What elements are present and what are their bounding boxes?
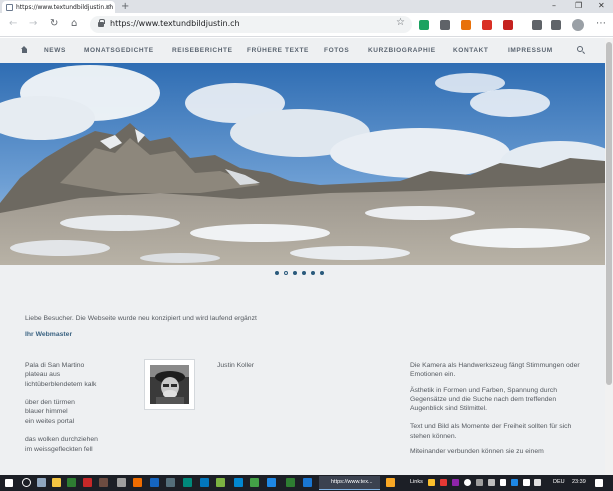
app-icon[interactable] (267, 478, 276, 487)
greeting-text: Liebe Besucher. Die Webseite wurde neu k… (25, 315, 257, 322)
slider-dot[interactable] (275, 271, 279, 275)
slider-dot[interactable] (311, 271, 315, 275)
new-tab-button[interactable]: + (121, 0, 129, 13)
collections-icon[interactable] (551, 20, 561, 30)
tray-icon[interactable] (464, 479, 471, 486)
intro-paragraph: Miteinander verbunden können sie zu eine… (410, 448, 544, 456)
app-icon[interactable] (286, 478, 295, 487)
nav-news[interactable]: NEWS (44, 47, 66, 54)
nav-reiseberichte[interactable]: REISEBERICHTE (172, 47, 233, 54)
lock-icon (98, 19, 105, 27)
battery-icon[interactable] (534, 479, 541, 486)
taskbar-app-title: https://www.tex... (331, 479, 373, 485)
nav-fruehere-texte[interactable]: FRÜHERE TEXTE (247, 47, 309, 54)
app-icon[interactable] (150, 478, 159, 487)
site-navigation: NEWS MONATSGEDICHTE REISEBERICHTE FRÜHER… (0, 38, 605, 63)
extension-icon[interactable] (503, 20, 513, 30)
reload-icon[interactable]: ↻ (50, 17, 58, 31)
app-icon[interactable] (250, 478, 259, 487)
forward-arrow-icon[interactable]: → (29, 17, 37, 31)
search-icon[interactable] (22, 478, 31, 487)
tray-icon[interactable] (488, 479, 495, 486)
hero-panorama-image (0, 63, 605, 265)
app-icon[interactable] (133, 478, 142, 487)
notifications-icon[interactable] (595, 479, 603, 487)
bluetooth-icon[interactable] (511, 479, 518, 486)
tray-icon[interactable] (428, 479, 435, 486)
nav-fotos[interactable]: FOTOS (324, 47, 349, 54)
author-portrait-frame (144, 359, 195, 410)
profile-avatar[interactable] (572, 19, 584, 31)
tray-icon[interactable] (440, 479, 447, 486)
links-toolbar-label[interactable]: Links (410, 479, 423, 485)
intro-paragraph: Die Kamera als Handwerkszeug fängt Stimm… (410, 362, 580, 379)
tab-title: https://www.textundbildjustin.ch (16, 3, 114, 11)
app-icon[interactable] (99, 478, 108, 487)
minimize-icon[interactable]: – (552, 0, 556, 12)
task-view-icon[interactable] (37, 478, 46, 487)
page-favicon-icon (6, 3, 13, 11)
intro-paragraph: Text und Bild als Momente der Freiheit s… (410, 423, 572, 440)
home-icon[interactable] (21, 46, 28, 53)
address-bar[interactable]: https://www.textundbildjustin.ch ☆ (90, 16, 412, 33)
tray-icon[interactable] (452, 479, 459, 486)
slider-dot[interactable] (293, 271, 297, 275)
app-icon[interactable] (67, 478, 76, 487)
app-icon[interactable] (183, 478, 192, 487)
app-icon[interactable] (200, 478, 209, 487)
tray-icon[interactable] (476, 479, 483, 486)
poem-text: Pala di San Martino plateau aus lichtübe… (25, 362, 98, 453)
extension-icon[interactable] (461, 20, 471, 30)
favorites-icon[interactable] (532, 20, 542, 30)
slider-dot-active[interactable] (284, 271, 288, 275)
tab-strip: https://www.textundbildjustin.ch × + – ❐… (0, 0, 613, 13)
taskbar: https://www.tex... Links DEU 23:39 (0, 475, 613, 491)
extension-icon[interactable] (482, 20, 492, 30)
search-icon[interactable] (577, 46, 583, 52)
scrollbar-thumb[interactable] (606, 42, 612, 385)
page-scrollbar[interactable] (605, 38, 613, 475)
close-tab-icon[interactable]: × (105, 3, 111, 11)
app-icon[interactable] (216, 478, 225, 487)
app-icon[interactable] (234, 478, 243, 487)
url-text: https://www.textundbildjustin.ch (110, 19, 240, 28)
back-arrow-icon[interactable]: ← (9, 17, 17, 31)
close-window-icon[interactable]: ✕ (598, 0, 605, 12)
extension-icon[interactable] (440, 20, 450, 30)
nav-kontakt[interactable]: KONTAKT (453, 47, 489, 54)
file-explorer-icon[interactable] (52, 478, 61, 487)
nav-monatsgedichte[interactable]: MONATSGEDICHTE (84, 47, 154, 54)
volume-icon[interactable] (523, 479, 530, 486)
app-icon[interactable] (166, 478, 175, 487)
language-indicator[interactable]: DEU (553, 479, 565, 485)
taskbar-active-browser[interactable]: https://www.tex... (319, 476, 380, 490)
app-icon[interactable] (386, 478, 395, 487)
photography-intro: Die Kamera als Handwerkszeug fängt Stimm… (410, 361, 588, 462)
app-icon[interactable] (117, 478, 126, 487)
home-icon[interactable]: ⌂ (71, 17, 77, 31)
app-icon[interactable] (83, 478, 92, 487)
slider-dot[interactable] (302, 271, 306, 275)
browser-tab[interactable]: https://www.textundbildjustin.ch × (2, 1, 115, 13)
slider-indicator (275, 271, 324, 275)
maximize-icon[interactable]: ❐ (575, 0, 582, 12)
clock[interactable]: 23:39 (572, 479, 586, 485)
nav-impressum[interactable]: IMPRESSUM (508, 47, 553, 54)
network-icon[interactable] (500, 479, 506, 486)
webmaster-signature: Ihr Webmaster (25, 331, 73, 338)
author-name: Justin Koller (217, 362, 255, 369)
start-icon[interactable] (5, 479, 13, 487)
menu-icon[interactable]: ⋯ (596, 18, 606, 29)
nav-kurzbiographie[interactable]: KURZBIOGRAPHIE (368, 47, 436, 54)
app-icon[interactable] (303, 478, 312, 487)
browser-toolbar: ← → ↻ ⌂ https://www.textundbildjustin.ch… (0, 13, 613, 37)
slider-dot[interactable] (320, 271, 324, 275)
bookmark-star-icon[interactable]: ☆ (396, 17, 405, 28)
intro-paragraph: Ästhetik in Formen und Farben, Spannung … (410, 386, 557, 413)
extension-icon[interactable] (419, 20, 429, 30)
web-page: NEWS MONATSGEDICHTE REISEBERICHTE FRÜHER… (0, 38, 605, 475)
author-portrait (150, 365, 189, 404)
